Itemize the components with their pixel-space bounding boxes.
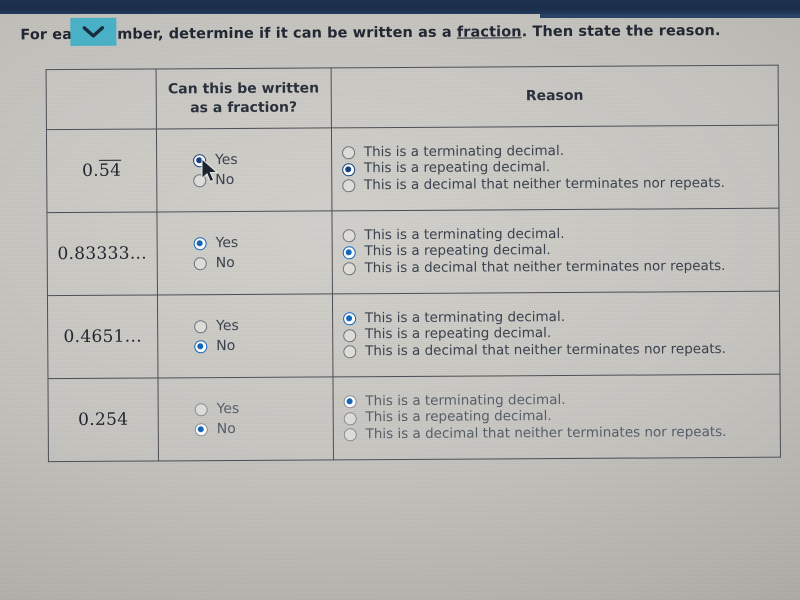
number-suffix-2: ... xyxy=(124,326,142,347)
table-row: 0.254 Yes No This is a terminating decim… xyxy=(47,374,781,462)
radio-button-icon[interactable] xyxy=(193,256,207,270)
radio-button-icon[interactable] xyxy=(193,153,207,167)
radio-button-icon[interactable] xyxy=(341,162,355,176)
reason-option-label: This is a repeating decimal. xyxy=(364,242,551,260)
radio-no-3[interactable]: No xyxy=(194,421,333,438)
fraction-link[interactable]: fraction xyxy=(457,24,522,40)
radio-yes-label: Yes xyxy=(215,234,239,252)
radio-button-icon[interactable] xyxy=(194,319,208,333)
radio-yes-label: Yes xyxy=(215,151,238,169)
radio-button-icon[interactable] xyxy=(343,411,357,425)
table-body: 0.54 Yes No This is a terminating decima… xyxy=(46,125,781,462)
number-repeating-bar-0: 54 xyxy=(98,160,122,181)
radio-button-icon[interactable] xyxy=(343,395,357,409)
reason-option-label: This is a repeating decimal. xyxy=(364,325,552,343)
radio-no-label: No xyxy=(216,421,236,438)
reason-option-label: This is a decimal that neither terminate… xyxy=(363,174,725,193)
radio-button-icon[interactable] xyxy=(342,229,356,243)
radio-no-label: No xyxy=(216,338,236,355)
radio-yes-3[interactable]: Yes xyxy=(194,400,333,418)
reason-option-label: This is a repeating decimal. xyxy=(365,408,552,426)
radio-button-icon[interactable] xyxy=(194,339,208,353)
reason-option-label: This is a terminating decimal. xyxy=(364,225,565,243)
radio-button-icon[interactable] xyxy=(342,328,356,342)
header-reason: Reason xyxy=(330,65,779,128)
prompt-text-after: . Then state the reason. xyxy=(521,23,721,41)
radio-no-label: No xyxy=(215,255,235,272)
reason-cell-3: This is a terminating decimal. This is a… xyxy=(332,374,781,460)
number-prefix-0: 0. xyxy=(82,160,100,181)
reason-option-repeating-2[interactable]: This is a repeating decimal. xyxy=(342,325,779,343)
browser-chrome-bar xyxy=(0,0,800,14)
reason-option-label: This is a decimal that neither terminate… xyxy=(364,340,726,359)
radio-yes-2[interactable]: Yes xyxy=(194,317,332,335)
radio-no-2[interactable]: No xyxy=(194,338,332,355)
chevron-down-icon xyxy=(82,25,105,39)
radio-button-icon[interactable] xyxy=(193,236,207,250)
reason-option-neither-0[interactable]: This is a decimal that neither terminate… xyxy=(341,174,778,193)
reason-option-label: This is a decimal that neither terminate… xyxy=(365,423,727,442)
yesno-cell-1: Yes No xyxy=(156,210,333,295)
reason-option-terminating-2[interactable]: This is a terminating decimal. xyxy=(342,308,779,326)
radio-button-icon[interactable] xyxy=(193,173,207,187)
radio-no-0[interactable]: No xyxy=(193,172,331,189)
radio-button-icon[interactable] xyxy=(343,428,357,442)
number-suffix-1: ... xyxy=(129,243,148,264)
table-row: 0.4651... Yes No This is a terminating d… xyxy=(47,291,780,379)
header-can-be-written-as-fraction: Can this be written as a fraction? xyxy=(156,67,332,129)
reason-cell-0: This is a terminating decimal. This is a… xyxy=(331,125,779,211)
number-cell-0: 0.54 xyxy=(46,128,157,213)
reason-option-label: This is a terminating decimal. xyxy=(364,308,566,326)
reason-option-terminating-1[interactable]: This is a terminating decimal. xyxy=(342,225,778,243)
number-cell-3: 0.254 xyxy=(47,377,159,462)
table-head: Can this be written as a fraction? Reaso… xyxy=(46,65,779,130)
reason-option-label: This is a terminating decimal. xyxy=(363,142,565,160)
reason-option-neither-3[interactable]: This is a decimal that neither terminate… xyxy=(343,423,780,442)
radio-yes-1[interactable]: Yes xyxy=(193,234,332,252)
radio-button-icon[interactable] xyxy=(343,345,357,359)
reason-option-neither-2[interactable]: This is a decimal that neither terminate… xyxy=(343,340,779,359)
radio-button-icon[interactable] xyxy=(194,402,208,416)
number-prefix-2: 0.4651 xyxy=(63,326,125,348)
reason-option-terminating-3[interactable]: This is a terminating decimal. xyxy=(343,391,779,409)
reason-option-repeating-3[interactable]: This is a repeating decimal. xyxy=(343,408,779,426)
reason-option-terminating-0[interactable]: This is a terminating decimal. xyxy=(341,142,778,160)
dropdown-toggle-button[interactable] xyxy=(70,17,117,47)
radio-button-icon[interactable] xyxy=(342,262,356,276)
reason-option-neither-1[interactable]: This is a decimal that neither terminate… xyxy=(342,257,779,276)
radio-button-icon[interactable] xyxy=(341,179,356,193)
radio-button-icon[interactable] xyxy=(194,422,208,436)
prompt-text: For each number, determine if it can be … xyxy=(20,23,720,43)
reason-cell-2: This is a terminating decimal. This is a… xyxy=(332,291,780,377)
table-row: 0.54 Yes No This is a terminating decima… xyxy=(46,125,779,213)
radio-button-icon[interactable] xyxy=(341,146,355,160)
reason-option-repeating-1[interactable]: This is a repeating decimal. xyxy=(342,242,778,260)
table-row: 0.83333... Yes No This is a terminating … xyxy=(46,208,780,296)
radio-yes-0[interactable]: Yes xyxy=(193,151,331,169)
header-number xyxy=(46,68,157,130)
radio-button-icon[interactable] xyxy=(342,245,356,259)
yesno-cell-2: Yes No xyxy=(157,293,333,378)
number-prefix-1: 0.83333 xyxy=(57,243,130,265)
reason-cell-1: This is a terminating decimal. This is a… xyxy=(331,208,780,294)
reason-option-label: This is a repeating decimal. xyxy=(363,159,551,177)
number-prefix-3: 0.254 xyxy=(78,409,129,430)
reason-option-label: This is a decimal that neither terminate… xyxy=(364,257,726,276)
number-cell-2: 0.4651... xyxy=(47,294,158,379)
radio-no-1[interactable]: No xyxy=(193,255,332,272)
radio-yes-label: Yes xyxy=(216,317,239,335)
number-cell-1: 0.83333... xyxy=(46,211,158,296)
radio-no-label: No xyxy=(215,172,235,189)
reason-option-repeating-0[interactable]: This is a repeating decimal. xyxy=(341,159,778,177)
radio-yes-label: Yes xyxy=(216,400,240,418)
radio-button-icon[interactable] xyxy=(342,312,356,326)
table-header-row: Can this be written as a fraction? Reaso… xyxy=(46,65,779,130)
yesno-cell-0: Yes No xyxy=(156,127,332,212)
yesno-cell-3: Yes No xyxy=(157,376,334,461)
decimal-classification-table: Can this be written as a fraction? Reaso… xyxy=(45,64,781,463)
reason-option-label: This is a terminating decimal. xyxy=(365,391,566,409)
